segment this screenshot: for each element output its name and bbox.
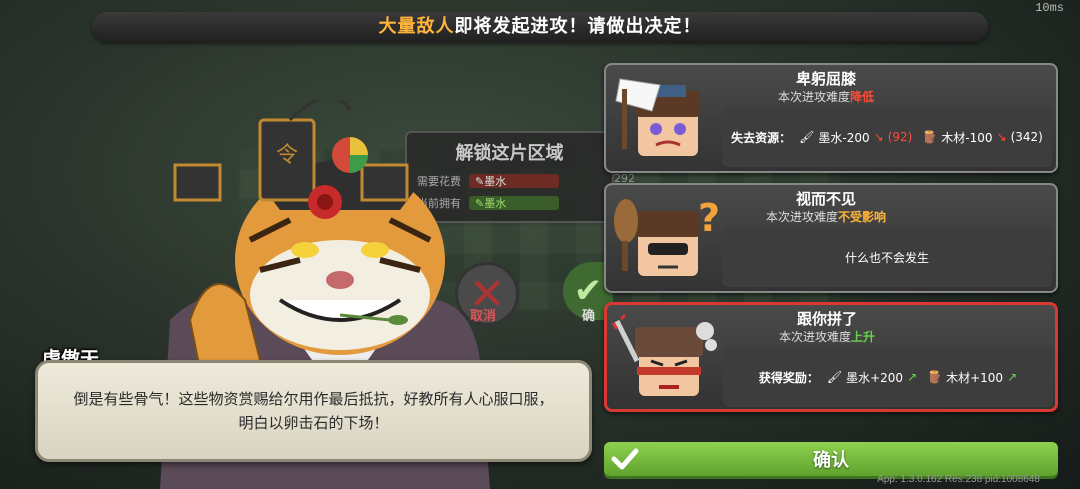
dialog-line-1: 倒是有些骨气！这些物资赏赐给尔用作最后抵抗，好教所有人心服口服， <box>73 390 554 408</box>
option-2-subtitle-prefix: 本次进攻难度 <box>765 210 838 224</box>
banner-highlight: 大量敌人 <box>378 16 455 37</box>
option-2-level: 不受影响 <box>838 210 887 224</box>
option-2-title: 视而不见 <box>795 190 856 208</box>
option-fight[interactable]: 跟你拼了 本次进攻难度上升 获得奖励： 🖌 墨水+200 ↗ 🪵 木材+100 … <box>604 302 1058 412</box>
option-2-subtitle: 本次进攻难度不受影响 <box>696 208 956 225</box>
option-3-details: 获得奖励： 🖌 墨水+200 ↗ 🪵 木材+100 ↗ <box>723 347 1053 407</box>
option-2-detail: 什么也不会发生 <box>844 250 929 265</box>
frame-time: 10ms <box>1035 1 1064 15</box>
dialog-line-2: 明白以卵击石的下场！ <box>238 414 389 432</box>
banner-text: 即将发起进攻！请做出决定！ <box>454 16 702 37</box>
option-1-res2: 木材-100 <box>941 130 993 145</box>
kneeling-character-icon <box>615 78 700 156</box>
down-arrow-icon: ↘ <box>873 130 884 144</box>
option-3-res2: 木材+100 <box>946 370 1004 385</box>
option-1-res1: 墨水-200 <box>818 130 870 145</box>
option-1-subtitle-prefix: 本次进攻难度 <box>777 90 850 104</box>
svg-text:令: 令 <box>276 143 298 168</box>
option-ignore[interactable]: ? 视而不见 本次进攻难度不受影响 什么也不会发生 <box>604 183 1058 293</box>
wood-log-icon: 🪵 <box>922 130 938 144</box>
confirm-button-label: 确认 <box>813 450 849 471</box>
dialog-text: 倒是有些骨气！这些物资赏赐给尔用作最后抵抗，好教所有人心服口服， 明白以卵击石的… <box>73 387 553 435</box>
wood-log-icon: 🪵 <box>927 370 943 384</box>
confirm-button[interactable]: 确认 <box>604 442 1058 476</box>
confused-character-icon: ? <box>614 196 718 276</box>
up-arrow-icon: ↗ <box>1007 370 1018 384</box>
option-submit[interactable]: 卑躬屈膝 本次进攻难度降低 失去资源： 🖌 墨水-200 ↘ (92) 🪵 木材… <box>604 63 1058 173</box>
option-2-details: 什么也不会发生 <box>722 227 1052 287</box>
option-1-title: 卑躬屈膝 <box>795 70 856 88</box>
option-1-res2-have: (342) <box>1010 130 1043 144</box>
down-arrow-icon: ↘ <box>996 130 1007 144</box>
checkmark-icon <box>611 448 639 470</box>
option-3-detail-label: 获得奖励： <box>758 370 819 385</box>
option-1-subtitle: 本次进攻难度降低 <box>696 88 956 105</box>
option-3-level: 上升 <box>851 330 876 344</box>
app-version-info: App: 1.3.0.162 Res:238 pid:1008648 <box>877 474 1040 485</box>
ink-brush-icon: 🖌 <box>799 130 815 144</box>
option-1-details: 失去资源： 🖌 墨水-200 ↘ (92) 🪵 木材-100 ↘ (342) <box>722 107 1052 167</box>
option-3-subtitle: 本次进攻难度上升 <box>697 328 957 345</box>
option-1-level: 降低 <box>850 90 875 104</box>
option-1-res1-have: (92) <box>887 130 913 144</box>
ink-brush-icon: 🖌 <box>826 370 843 384</box>
option-3-subtitle-prefix: 本次进攻难度 <box>778 330 851 344</box>
dialog-box[interactable]: 倒是有些骨气！这些物资赏赐给尔用作最后抵抗，好教所有人心服口服， 明白以卵击石的… <box>35 360 592 462</box>
up-arrow-icon: ↗ <box>907 370 918 384</box>
option-3-title: 跟你拼了 <box>796 310 857 328</box>
option-1-detail-label: 失去资源： <box>731 130 792 145</box>
top-banner: 大量敌人即将发起进攻！请做出决定！ <box>92 12 988 42</box>
confirm-unlock-label: 确 <box>582 309 596 324</box>
option-3-res1: 墨水+200 <box>846 370 904 385</box>
angry-character-icon <box>611 313 717 396</box>
